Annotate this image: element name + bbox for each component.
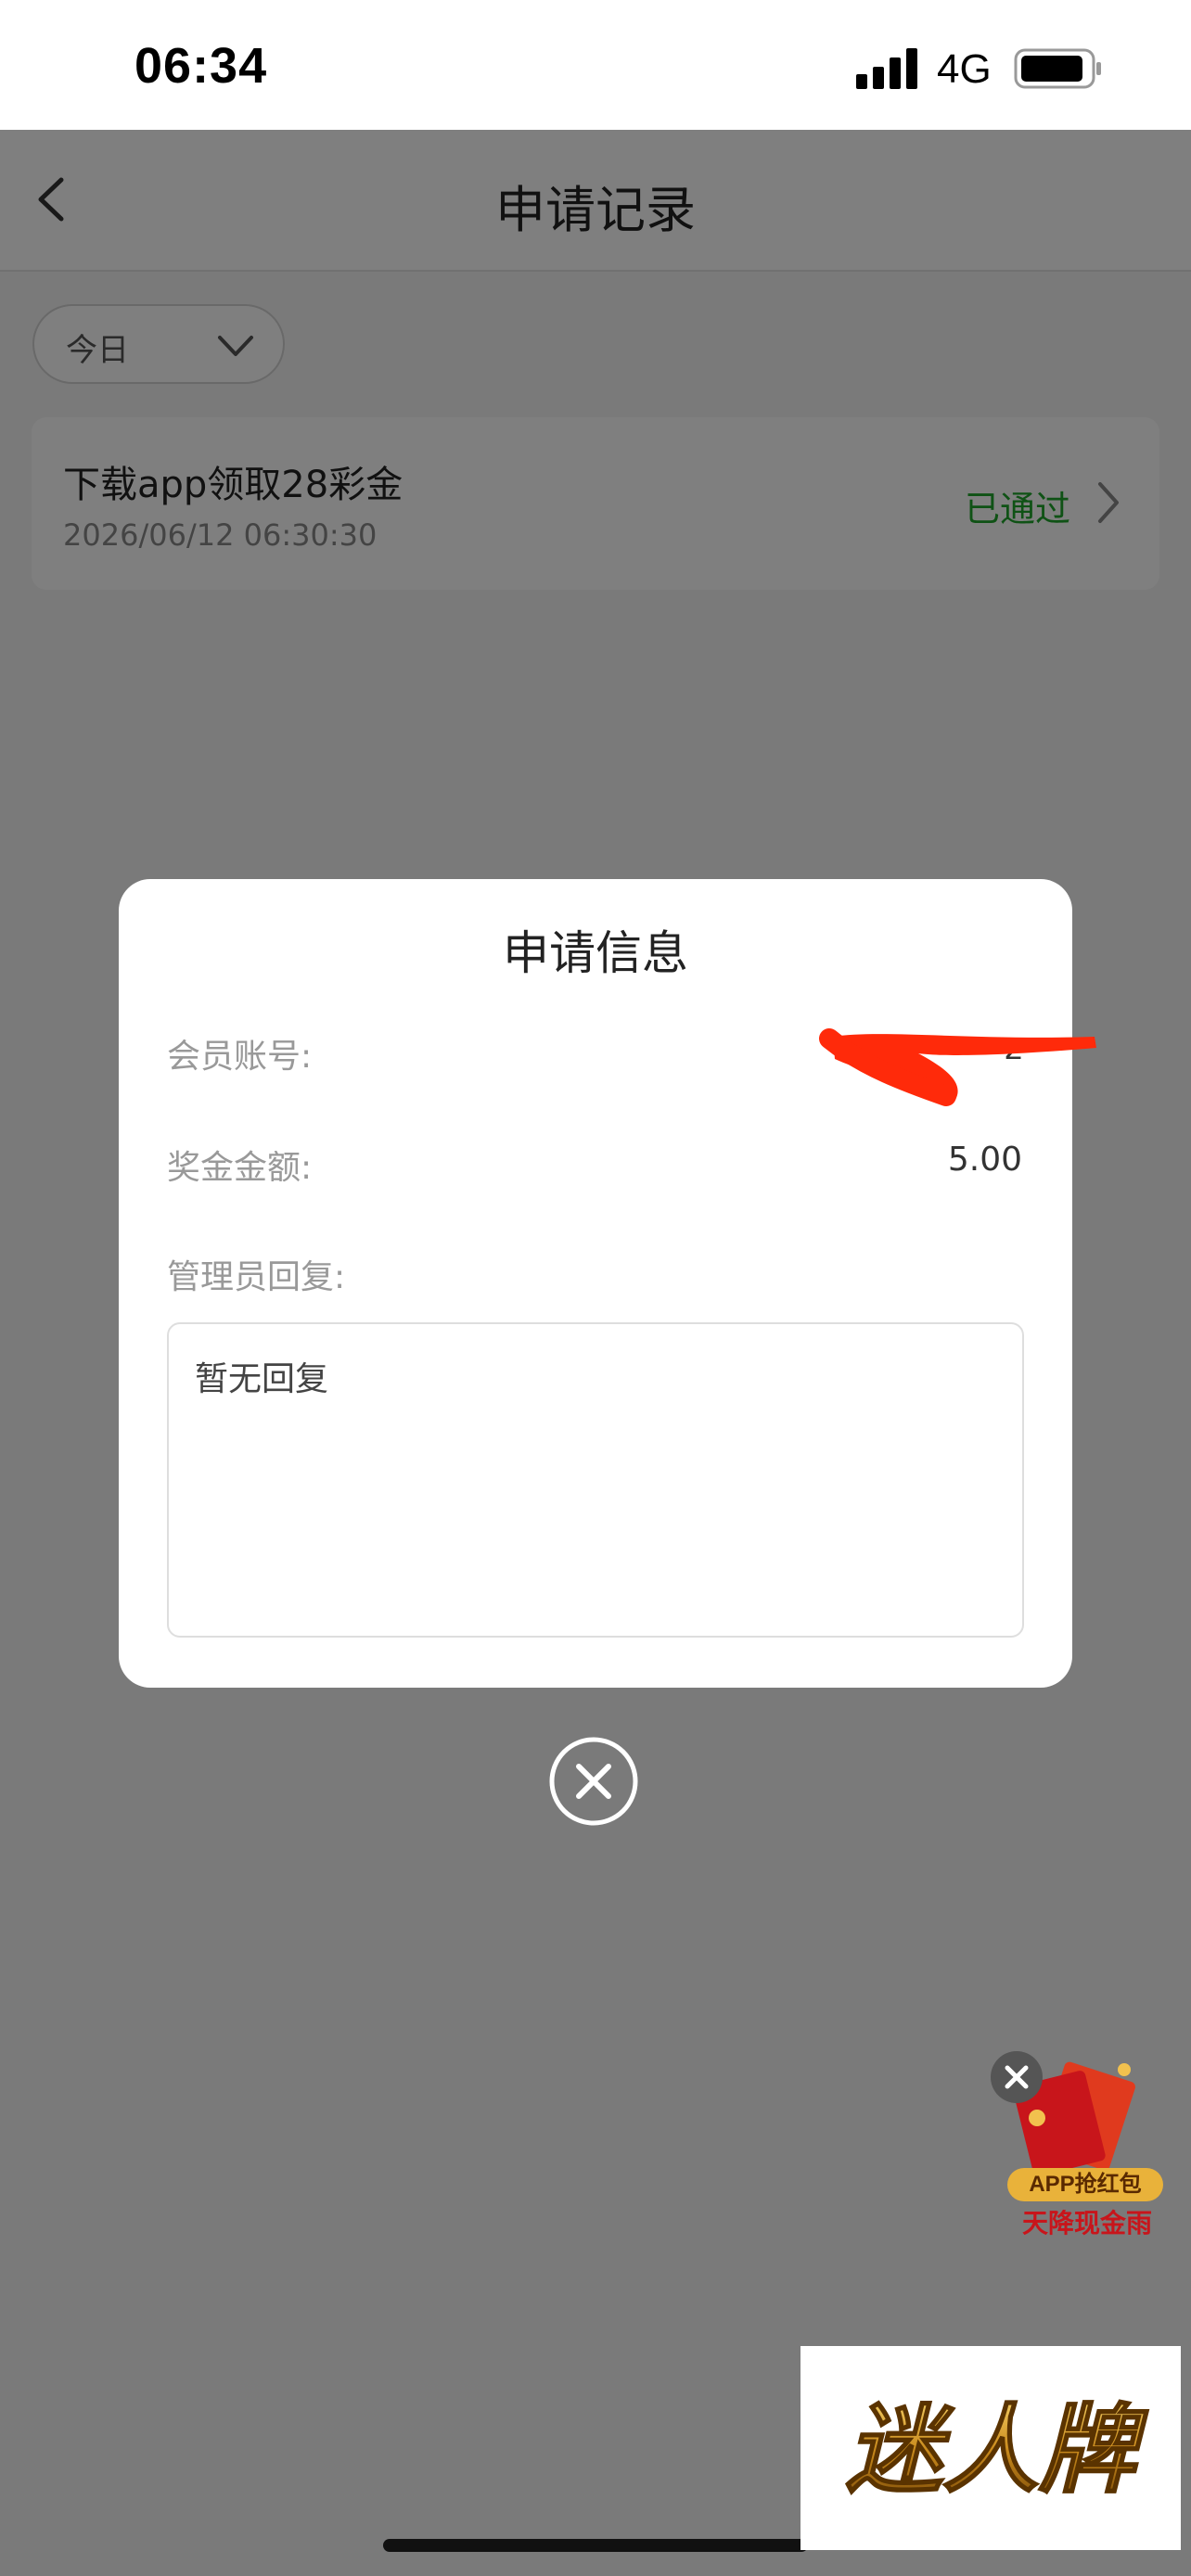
- modal-title: 申请信息: [503, 926, 688, 980]
- status-bar: 06:34 4G: [0, 0, 1191, 130]
- red-envelope-subtitle: 天降现金雨: [1021, 2208, 1152, 2238]
- svg-text:迷人牌: 迷人牌: [846, 2393, 1149, 2506]
- redaction-scribble: [819, 1028, 1096, 1106]
- home-indicator: [383, 2539, 808, 2552]
- red-envelope-badge: APP抢红包: [1007, 2168, 1163, 2201]
- bonus-amount-label: 奖金金额:: [167, 1149, 313, 1187]
- apply-info-modal: 申请信息 会员账号: z 奖金金额: 5.00 管理员回复: 暂无回复: [119, 879, 1072, 1688]
- bonus-amount-value: 5.00: [947, 1141, 1022, 1179]
- signal-icon: [856, 48, 917, 89]
- member-account-label: 会员账号:: [167, 1038, 313, 1076]
- battery-icon: [1014, 48, 1101, 89]
- admin-reply-label: 管理员回复:: [167, 1258, 346, 1296]
- status-time: 06:34: [134, 38, 268, 94]
- network-type: 4G: [937, 46, 992, 92]
- close-icon[interactable]: [989, 2049, 1044, 2105]
- watermark-logo: 迷人牌: [800, 2346, 1181, 2550]
- red-envelope-widget[interactable]: APP抢红包 天降现金雨: [985, 2049, 1171, 2244]
- admin-reply-box: 暂无回复: [167, 1322, 1024, 1638]
- screen: 06:34 4G 申请记录 今日 下载app领取28彩金 2026/06/12 …: [0, 0, 1191, 2576]
- admin-reply-text: 暂无回复: [195, 1360, 329, 1398]
- close-circle-icon[interactable]: [548, 1736, 639, 1827]
